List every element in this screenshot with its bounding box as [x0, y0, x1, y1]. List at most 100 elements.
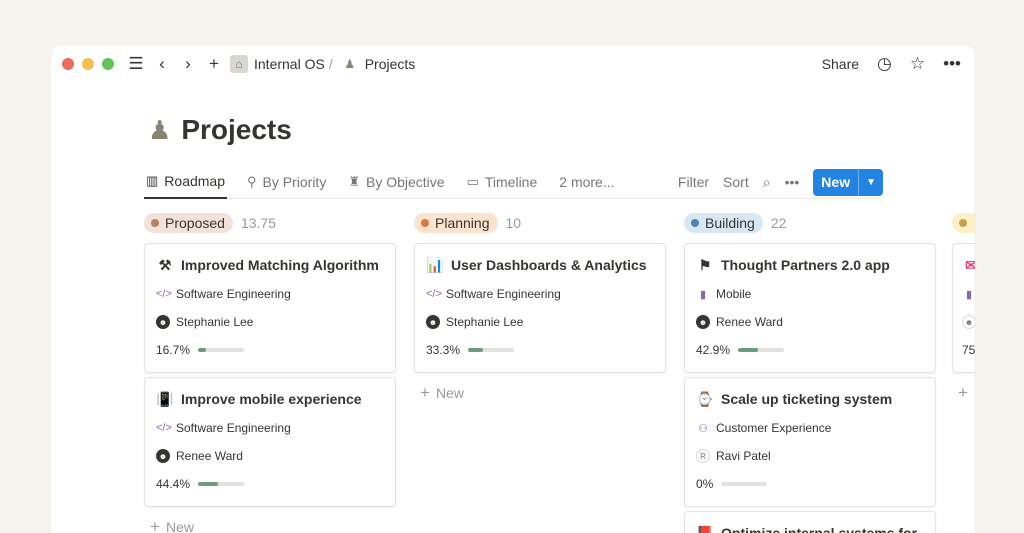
back-icon[interactable]: ‹	[154, 54, 170, 74]
status-dot	[959, 219, 967, 227]
star-icon[interactable]: ☆	[910, 54, 925, 74]
plus-icon: +	[420, 383, 430, 402]
status-badge[interactable]: Building	[684, 213, 763, 233]
project-card[interactable]: 📊 User Dashboards & Analytics </> Softwa…	[414, 243, 666, 373]
menu-icon[interactable]: ☰	[128, 54, 144, 74]
project-card[interactable]: ⚒ Improved Matching Algorithm </> Softwa…	[144, 243, 396, 373]
progress-fill	[198, 348, 206, 352]
team-tag: Software Engineering	[176, 421, 291, 435]
pin-icon: ⚲	[247, 174, 257, 189]
tab-more[interactable]: 2 more...	[557, 166, 616, 199]
mobile-icon: ▮	[699, 288, 707, 301]
window-controls	[62, 58, 114, 70]
status-dot	[421, 219, 429, 227]
column-count: 13.75	[240, 215, 276, 231]
progress-fill	[468, 348, 484, 352]
bar-chart-icon: 📊	[426, 256, 444, 273]
flag-icon: ⚑	[698, 256, 712, 273]
status-dot	[691, 219, 699, 227]
project-card[interactable]: 📳 Improve mobile experience </> Software…	[144, 377, 396, 507]
new-button[interactable]: New ▼	[813, 168, 883, 196]
owner-name: Stephanie Lee	[446, 315, 524, 329]
board-column-proposed: Proposed 13.75 ⚒ Improved Matching Algor…	[144, 212, 396, 533]
tab-label: 2 more...	[559, 174, 615, 190]
chess-pawn-icon: ♟	[344, 57, 356, 71]
rook-icon: ♜	[348, 174, 360, 189]
team-tag: Software Engineering	[176, 287, 291, 301]
chevron-down-icon[interactable]: ▼	[858, 168, 883, 196]
sort-button[interactable]: Sort	[723, 174, 749, 190]
team-tag: Customer Experience	[716, 421, 832, 435]
avatar: ☻	[696, 315, 710, 329]
avatar: ☻	[962, 315, 975, 329]
page-title: Projects	[181, 114, 292, 145]
tab-label: Roadmap	[164, 173, 225, 189]
page-header: ♟ Projects	[148, 114, 292, 146]
tab-label: By Objective	[365, 174, 445, 190]
team-tag: Mobile	[716, 287, 752, 301]
add-card-button[interactable]: +	[952, 383, 975, 403]
card-title: Improve mobile experience	[181, 391, 362, 407]
progress-label: 75	[962, 343, 975, 357]
filter-button[interactable]: Filter	[678, 174, 709, 190]
forward-icon[interactable]: ›	[180, 54, 196, 74]
progress-label: 33.3%	[426, 343, 461, 357]
board-column-building: Building 22 ⚑ Thought Partners 2.0 app ▮…	[684, 212, 936, 533]
status-badge[interactable]	[952, 213, 975, 233]
tab-timeline[interactable]: ▭ Timeline	[465, 166, 540, 199]
progress-label: 44.4%	[156, 477, 191, 491]
tab-by-priority[interactable]: ⚲ By Priority	[245, 166, 328, 199]
heart-mail-icon: ✉	[962, 257, 975, 274]
add-icon[interactable]: +	[206, 54, 222, 74]
progress-label: 0%	[696, 477, 714, 491]
maximize-window-button[interactable]	[102, 58, 114, 70]
project-card[interactable]: ⚑ Thought Partners 2.0 app ▮ Mobile ☻ Re…	[684, 243, 936, 373]
minimize-window-button[interactable]	[82, 58, 94, 70]
project-card[interactable]: ⌚ Scale up ticketing system ⚇ Customer E…	[684, 377, 936, 507]
plus-icon: +	[958, 383, 968, 402]
project-card[interactable]: ✉ ▮ ☻ 75	[952, 243, 975, 373]
plus-icon: +	[150, 517, 160, 533]
column-count: 10	[505, 215, 522, 231]
tab-label: Timeline	[484, 174, 538, 190]
more-options-icon[interactable]: •••	[943, 54, 961, 74]
view-tabs: ▥ Roadmap ⚲ By Priority ♜ By Objective ▭…	[144, 166, 883, 199]
view-toolbar: Filter Sort ⌕ ••• New ▼	[678, 168, 883, 196]
avatar: ☻	[156, 315, 170, 329]
history-icon[interactable]: ◷	[877, 54, 892, 74]
status-badge[interactable]: Planning	[414, 213, 498, 233]
watch-icon: ⌚	[696, 390, 714, 407]
more-options-icon[interactable]: •••	[785, 174, 800, 190]
status-dot	[151, 219, 159, 227]
close-window-button[interactable]	[62, 58, 74, 70]
add-card-button[interactable]: + New	[144, 517, 396, 533]
status-label: Proposed	[165, 215, 225, 231]
status-badge[interactable]: Proposed	[144, 213, 233, 233]
tab-by-objective[interactable]: ♜ By Objective	[346, 166, 446, 199]
breadcrumb-item-internal-os[interactable]: Internal OS	[254, 56, 325, 72]
tab-roadmap[interactable]: ▥ Roadmap	[144, 166, 227, 199]
tab-label: By Priority	[262, 174, 327, 190]
progress-bar	[198, 348, 245, 352]
owner-name: Renee Ward	[716, 315, 783, 329]
avatar: R	[696, 449, 710, 463]
search-icon[interactable]: ⌕	[763, 174, 771, 191]
project-card[interactable]: 📕 Optimize internal systems for	[684, 511, 936, 533]
pickaxe-icon: ⚒	[158, 256, 172, 273]
progress-bar	[468, 348, 515, 352]
app-window: ☰ ‹ › + ⌂ Internal OS / ♟ Projects Share…	[51, 46, 975, 533]
breadcrumb-item-projects[interactable]: Projects	[365, 56, 416, 72]
share-button[interactable]: Share	[822, 56, 859, 72]
home-icon: ⌂	[230, 55, 248, 73]
board-column-peek: ✉ ▮ ☻ 75 +	[952, 212, 975, 403]
add-card-label: New	[435, 385, 464, 401]
code-icon: </>	[156, 422, 172, 434]
timeline-icon: ▭	[466, 174, 479, 189]
progress-label: 42.9%	[696, 343, 731, 357]
add-card-button[interactable]: + New	[414, 383, 666, 403]
progress-bar	[198, 482, 245, 486]
team-tag: Software Engineering	[446, 287, 561, 301]
owner-name: Renee Ward	[176, 449, 243, 463]
avatar: ☻	[426, 315, 440, 329]
mobile-icon: ▮	[965, 288, 973, 301]
